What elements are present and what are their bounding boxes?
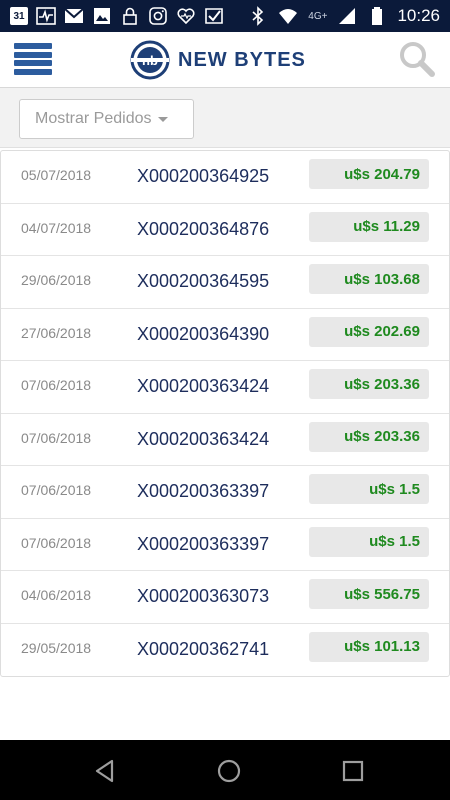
notification-icons: 31	[10, 6, 224, 26]
orders-list: 05/07/2018 X000200364925 u$s 204.79 04/07/2…	[0, 150, 450, 677]
order-row[interactable]: 04/07/2018 X000200364876 u$s 11.29	[1, 204, 449, 256]
order-id: X000200362741	[137, 638, 270, 659]
app-screen: 31 4G+ 10:26 nb NEW BYTES Mostrar Pedido…	[0, 0, 450, 800]
image-icon	[92, 6, 112, 26]
order-amount-badge: u$s 1.5	[309, 526, 429, 557]
order-id: X000200363424	[137, 376, 270, 396]
wifi-icon	[278, 6, 298, 26]
order-date: 05/07/2018	[21, 167, 92, 183]
menu-icon-bar	[14, 60, 52, 67]
order-id: X000200363073	[137, 586, 270, 606]
network-type: 4G+	[308, 10, 328, 22]
order-id: X000200363397	[137, 481, 270, 501]
order-amount-badge: u$s 203.36	[309, 421, 429, 452]
order-amount-badge: u$s 103.68	[309, 264, 429, 294]
order-id: X000200363424	[137, 428, 270, 449]
order-amount-badge: u$s 204.79	[309, 159, 429, 189]
gmail-icon	[64, 6, 84, 26]
dropdown-label: Mostrar Pedidos	[35, 110, 152, 127]
pulse-icon	[36, 6, 56, 26]
brand-logo: nb NEW BYTES	[130, 38, 306, 82]
order-amount-badge: u$s 203.36	[309, 369, 429, 399]
order-row[interactable]: 07/06/2018 X000200363397 u$s 1.5	[1, 466, 449, 519]
order-row[interactable]: 05/07/2018 X000200364925 u$s 204.79	[1, 151, 449, 204]
order-date: 07/06/2018	[21, 534, 92, 551]
instagram-icon	[148, 6, 168, 26]
menu-icon	[14, 43, 52, 49]
order-id: X000200364390	[137, 323, 270, 344]
order-id: X000200364595	[137, 271, 270, 291]
menu-icon-bar	[14, 68, 52, 75]
order-date: 07/06/2018	[21, 377, 92, 393]
order-amount-badge: u$s 202.69	[309, 316, 429, 347]
order-row[interactable]: 27/06/2018 X000200364390 u$s 202.69	[1, 309, 449, 361]
heart-icon	[176, 6, 196, 26]
menu-icon-bar	[14, 51, 52, 58]
order-date: 29/06/2018	[21, 272, 92, 288]
order-date: 29/05/2018	[21, 639, 92, 656]
order-date: 07/06/2018	[21, 429, 92, 446]
order-amount-badge: u$s 1.5	[309, 474, 429, 504]
navigation-bar	[0, 740, 450, 800]
filter-bar: Mostrar Pedidos	[0, 88, 450, 148]
order-date: 04/06/2018	[21, 587, 92, 603]
search-icon	[400, 42, 435, 77]
bluetooth-icon	[248, 6, 268, 26]
show-orders-dropdown[interactable]: Mostrar Pedidos	[19, 99, 194, 139]
calendar-icon: 31	[10, 7, 28, 25]
system-icons: 4G+ 10:26	[248, 6, 440, 26]
order-amount-badge: u$s 556.75	[309, 579, 429, 609]
logo-text: NEW BYTES	[178, 48, 306, 71]
recents-button[interactable]	[340, 758, 366, 784]
check-app-icon	[204, 6, 224, 26]
back-button[interactable]	[92, 758, 118, 784]
home-icon	[217, 759, 241, 783]
recents-icon	[342, 760, 364, 782]
logo-icon: nb	[130, 40, 170, 80]
battery-icon	[367, 6, 387, 26]
order-row[interactable]: 29/05/2018 X000200362741 u$s 101.13	[1, 624, 449, 677]
order-date: 07/06/2018	[21, 482, 92, 498]
lock-icon	[120, 6, 140, 26]
order-id: X000200364925	[137, 166, 270, 186]
signal-icon	[337, 6, 357, 26]
app-header: nb NEW BYTES	[0, 32, 450, 88]
order-row[interactable]: 07/06/2018 X000200363397 u$s 1.5	[1, 519, 449, 571]
back-icon	[95, 759, 114, 783]
home-button[interactable]	[216, 758, 242, 784]
order-row[interactable]: 07/06/2018 X000200363424 u$s 203.36	[1, 414, 449, 466]
order-row[interactable]: 04/06/2018 X000200363073 u$s 556.75	[1, 571, 449, 624]
order-date: 04/07/2018	[21, 219, 92, 236]
menu-button[interactable]	[14, 40, 54, 78]
status-bar: 31 4G+ 10:26	[0, 0, 450, 32]
order-amount-badge: u$s 11.29	[309, 211, 429, 242]
order-amount-badge: u$s 101.13	[309, 631, 429, 662]
caret-down-icon	[157, 116, 168, 122]
search-button[interactable]	[398, 40, 436, 78]
order-date: 27/06/2018	[21, 324, 92, 341]
clock: 10:26	[397, 6, 440, 25]
order-row[interactable]: 07/06/2018 X000200363424 u$s 203.36	[1, 361, 449, 414]
logo-mark-text: nb	[142, 53, 158, 68]
order-id: X000200364876	[137, 218, 270, 239]
order-id: X000200363397	[137, 533, 270, 554]
order-row[interactable]: 29/06/2018 X000200364595 u$s 103.68	[1, 256, 449, 309]
